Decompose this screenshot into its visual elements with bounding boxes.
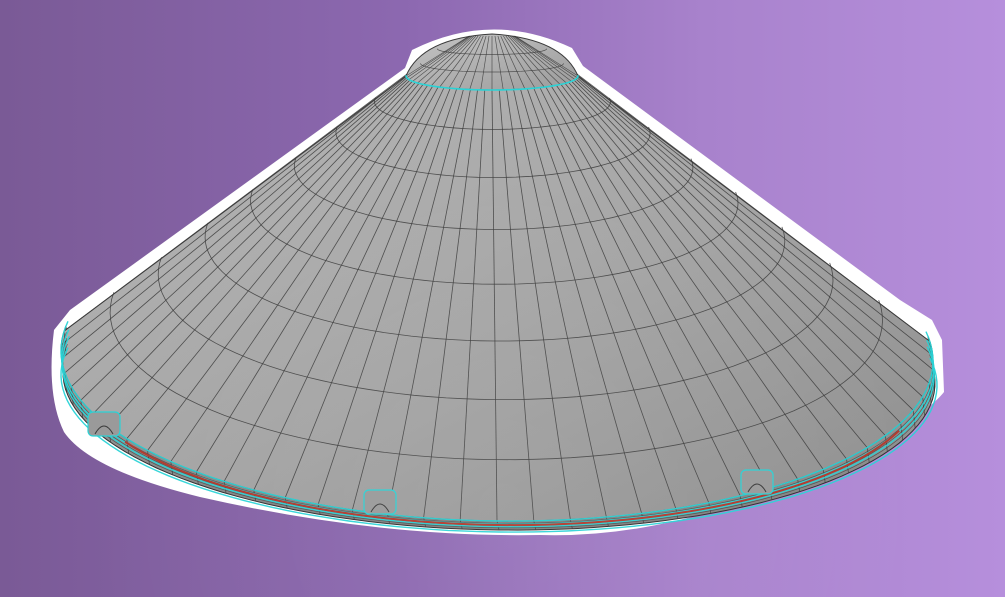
clip-body (87, 411, 121, 437)
cone-hat-render (51, 29, 945, 536)
hat-mesh (60, 33, 938, 533)
rim-clip (87, 411, 121, 437)
clip-body (740, 469, 774, 495)
rim-clip (740, 469, 774, 495)
cone-surface (60, 61, 934, 522)
clip-body (363, 489, 397, 515)
rim-clip (363, 489, 397, 515)
viewport (0, 0, 1005, 597)
